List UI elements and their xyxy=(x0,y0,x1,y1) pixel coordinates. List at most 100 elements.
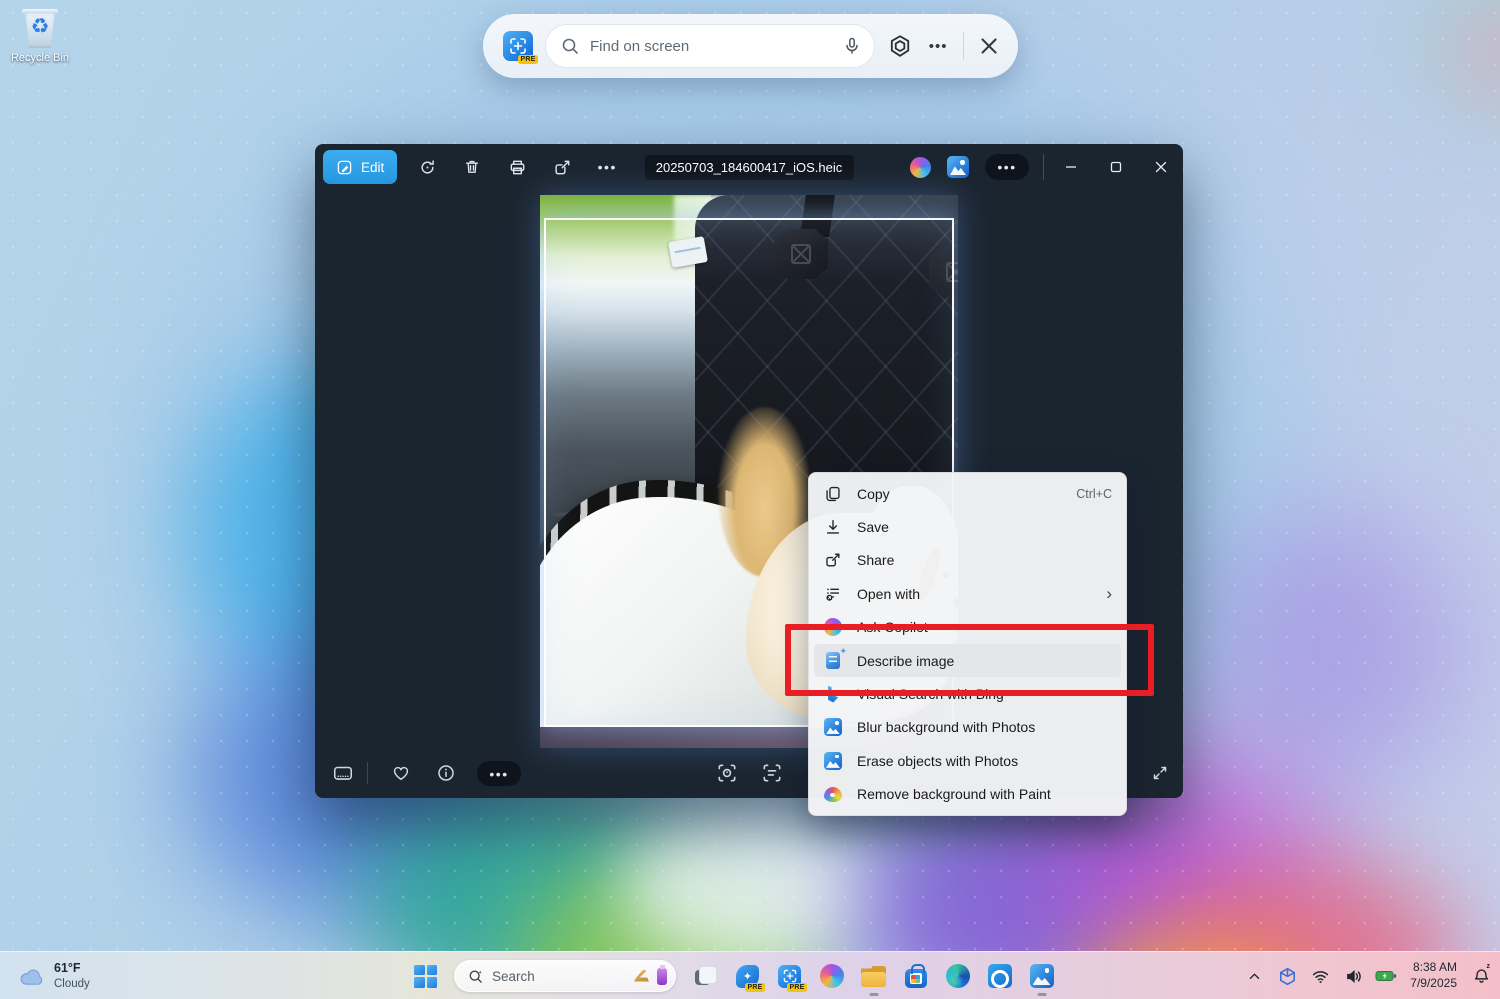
taskbar: 61°F Cloudy Search ✦ PRE xyxy=(0,951,1500,999)
notification-bell-icon[interactable]: z xyxy=(1468,961,1494,991)
share-icon xyxy=(823,550,843,570)
photos-icon xyxy=(824,718,842,736)
maximize-button[interactable] xyxy=(1093,144,1138,190)
click-to-do-bar: PRE ••• xyxy=(483,14,1018,78)
microsoft-store-icon xyxy=(904,964,928,988)
submenu-chevron-icon: › xyxy=(1106,585,1112,602)
rotate-icon[interactable] xyxy=(412,152,442,182)
corner-accent xyxy=(1420,0,1500,120)
microsoft-store-button[interactable] xyxy=(903,964,928,989)
divider xyxy=(367,762,368,784)
do-not-disturb-z: z xyxy=(1487,963,1491,970)
print-icon[interactable] xyxy=(502,152,532,182)
taskbar-clock[interactable]: 8:38 AM 7/9/2025 xyxy=(1406,960,1461,991)
delete-icon[interactable] xyxy=(457,152,487,182)
extract-text-icon[interactable] xyxy=(760,761,784,785)
system-tray: 8:38 AM 7/9/2025 z xyxy=(1241,952,1494,999)
photos-titlebar: Edit xyxy=(315,144,1183,190)
photos-icon xyxy=(824,752,842,770)
edit-button-label: Edit xyxy=(361,160,384,175)
corner-accent xyxy=(1440,0,1500,110)
menu-item-share[interactable]: Share xyxy=(814,544,1121,577)
close-window-button[interactable] xyxy=(1138,144,1183,190)
weather-temperature: 61°F xyxy=(54,961,90,977)
desktop: ♻ Recycle Bin PRE xyxy=(0,0,1500,999)
describe-image-icon xyxy=(826,652,840,669)
taskbar-center: Search ✦ PRE PRE xyxy=(414,952,1054,999)
share-icon[interactable] xyxy=(547,152,577,182)
bloom-petal xyxy=(1200,510,1460,790)
think-deeper-icon[interactable] xyxy=(887,29,913,63)
recall-app-button[interactable]: ✦ PRE xyxy=(735,964,760,989)
outlook-button[interactable] xyxy=(987,964,1012,989)
microphone-icon[interactable] xyxy=(842,36,862,56)
search-highlight-heel-image xyxy=(634,970,649,983)
tray-chevron-up-icon[interactable] xyxy=(1241,961,1267,991)
menu-item-blur-background[interactable]: Blur background with Photos xyxy=(814,711,1121,744)
recycle-bin-icon: ♻ xyxy=(20,6,60,50)
divider xyxy=(963,32,964,60)
weather-widget[interactable]: 61°F Cloudy xyxy=(10,952,98,999)
edge-browser-button[interactable] xyxy=(945,964,970,989)
pre-badge: PRE xyxy=(518,55,538,64)
more-commands-pill[interactable]: ••• xyxy=(985,154,1029,180)
divider xyxy=(1043,154,1044,180)
volume-icon[interactable] xyxy=(1340,961,1366,991)
photos-icon xyxy=(1030,964,1054,988)
filmstrip-toggle-icon[interactable] xyxy=(331,761,355,785)
photos-app-icon[interactable] xyxy=(947,156,969,178)
battery-icon[interactable] xyxy=(1373,961,1399,991)
recycle-bin-shortcut[interactable]: ♻ Recycle Bin xyxy=(8,6,72,64)
shortcut-hint: Ctrl+C xyxy=(1076,487,1112,501)
titlebar-right: ••• xyxy=(910,144,1183,190)
edit-image-icon xyxy=(336,159,353,176)
copilot-icon xyxy=(820,964,844,988)
info-icon[interactable] xyxy=(434,761,458,785)
menu-item-describe-image[interactable]: Describe image xyxy=(814,644,1121,677)
bing-icon xyxy=(827,686,840,703)
find-on-screen-input[interactable] xyxy=(590,38,832,55)
menu-item-erase-objects[interactable]: Erase objects with Photos xyxy=(814,744,1121,777)
minimize-button[interactable] xyxy=(1048,144,1093,190)
visual-search-icon[interactable] xyxy=(715,761,739,785)
find-on-screen-field[interactable] xyxy=(545,24,875,68)
taskbar-search-box[interactable]: Search xyxy=(454,960,676,992)
menu-item-open-with[interactable]: Open with › xyxy=(814,577,1121,610)
wifi-icon[interactable] xyxy=(1307,961,1333,991)
copilot-app-button[interactable] xyxy=(819,964,844,989)
search-highlight-perfume-image xyxy=(657,968,667,985)
favorite-heart-icon[interactable] xyxy=(389,761,413,785)
pre-badge: PRE xyxy=(787,983,807,992)
file-explorer-button[interactable] xyxy=(861,964,886,989)
weather-condition: Cloudy xyxy=(54,977,90,991)
open-with-icon xyxy=(823,584,843,604)
edge-icon xyxy=(946,964,970,988)
menu-item-save[interactable]: Save xyxy=(814,510,1121,543)
copilot-icon[interactable] xyxy=(910,157,931,178)
outlook-icon xyxy=(988,964,1012,988)
menu-item-copy[interactable]: Copy Ctrl+C xyxy=(814,477,1121,510)
more-options-icon[interactable]: ••• xyxy=(925,29,951,63)
fullscreen-expand-icon[interactable] xyxy=(1148,761,1172,785)
save-icon xyxy=(823,517,843,537)
tray-3d-box-icon[interactable] xyxy=(1274,961,1300,991)
cloud-icon xyxy=(18,965,46,987)
task-view-icon xyxy=(695,966,717,986)
photos-app-button[interactable] xyxy=(1029,964,1054,989)
close-icon[interactable] xyxy=(976,29,1002,63)
see-more-icon[interactable]: ••• xyxy=(592,152,622,182)
more-tools-pill[interactable]: ••• xyxy=(477,761,521,786)
running-indicator xyxy=(869,993,878,996)
filename-title: 20250703_184600417_iOS.heic xyxy=(645,155,854,180)
click-to-do-app-icon: PRE xyxy=(503,31,533,61)
context-menu: Copy Ctrl+C Save Share xyxy=(808,472,1127,816)
start-button[interactable] xyxy=(414,965,437,988)
click-to-do-button[interactable]: PRE xyxy=(777,964,802,989)
edit-button[interactable]: Edit xyxy=(323,150,397,184)
task-view-button[interactable] xyxy=(693,964,718,989)
menu-item-ask-copilot[interactable]: Ask Copilot xyxy=(814,611,1121,644)
search-icon xyxy=(467,968,484,985)
clock-date: 7/9/2025 xyxy=(1410,976,1457,992)
menu-item-remove-background[interactable]: Remove background with Paint xyxy=(814,778,1121,811)
menu-item-visual-search-bing[interactable]: Visual Search with Bing xyxy=(814,677,1121,710)
